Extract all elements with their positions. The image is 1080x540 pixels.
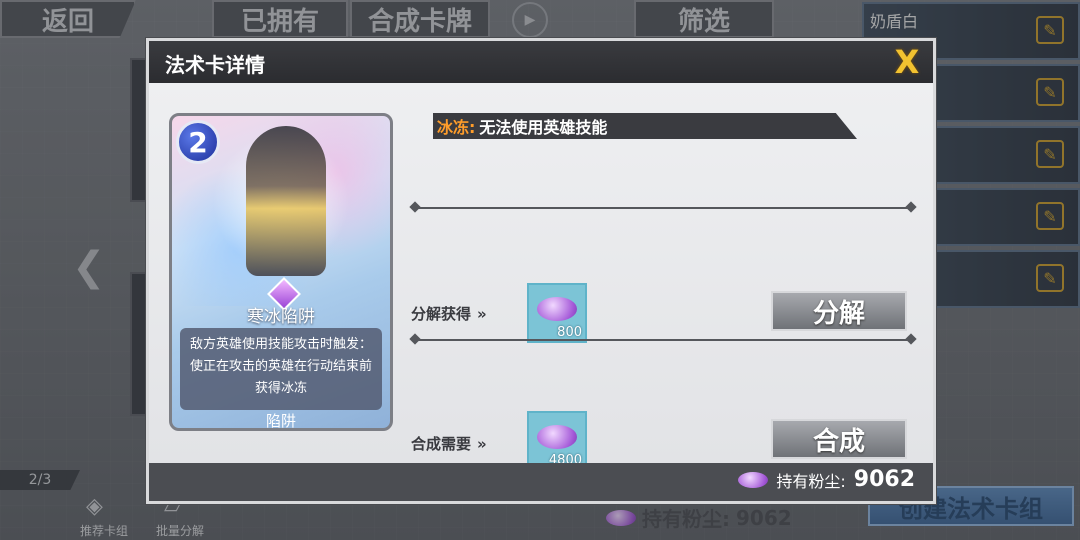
- dust-icon: [537, 425, 577, 449]
- card-type: 陷阱: [265, 412, 296, 430]
- decompose-amount: 800: [557, 325, 582, 340]
- effect-banner: 冰冻: 无法使用英雄技能: [433, 113, 857, 139]
- dialog-body: 2 寒冰陷阱 敌方英雄使用技能攻击时触发：使正在攻击的英雄在行动结束前获得冰冻 …: [149, 83, 933, 471]
- decompose-row-label: 分解获得 »: [411, 303, 487, 324]
- card-description: 敌方英雄使用技能攻击时触发：使正在攻击的英雄在行动结束前获得冰冻: [189, 337, 372, 396]
- close-icon[interactable]: X: [891, 43, 923, 81]
- dialog-header: 法术卡详情 X: [149, 41, 933, 83]
- dust-counter-label: 持有粉尘:: [776, 471, 846, 491]
- double-chevron-icon: »: [477, 435, 487, 453]
- card-cost-badge: 2: [176, 120, 220, 164]
- divider: [415, 339, 911, 341]
- compose-dust-item: 4800: [527, 411, 587, 471]
- dust-counter-value: 9062: [853, 467, 915, 492]
- double-chevron-icon: »: [477, 305, 487, 323]
- spell-card: 2 寒冰陷阱 敌方英雄使用技能攻击时触发：使正在攻击的英雄在行动结束前获得冰冻 …: [169, 113, 393, 431]
- effect-description: 无法使用英雄技能: [479, 118, 608, 137]
- divider: [415, 207, 911, 209]
- decompose-button[interactable]: 分解: [771, 291, 907, 331]
- decompose-label: 分解获得: [411, 305, 472, 323]
- decompose-dust-item: 800: [527, 283, 587, 343]
- compose-button[interactable]: 合成: [771, 419, 907, 459]
- dust-counter: 持有粉尘: 9062: [738, 467, 915, 492]
- dust-icon: [537, 297, 577, 321]
- dialog-footer: 持有粉尘: 9062: [149, 463, 933, 501]
- dust-icon: [738, 471, 769, 488]
- compose-label: 合成需要: [411, 435, 472, 453]
- dialog-title: 法术卡详情: [165, 53, 265, 77]
- card-character-art: [246, 126, 326, 276]
- spell-card-detail-dialog: 法术卡详情 X 2 寒冰陷阱 敌方英雄使用技能攻击时触发：使正在攻击的英雄在行动…: [146, 38, 936, 504]
- card-name: 寒冰陷阱: [247, 307, 315, 327]
- effect-name: 冰冻:: [437, 118, 476, 137]
- compose-row-label: 合成需要 »: [411, 433, 487, 454]
